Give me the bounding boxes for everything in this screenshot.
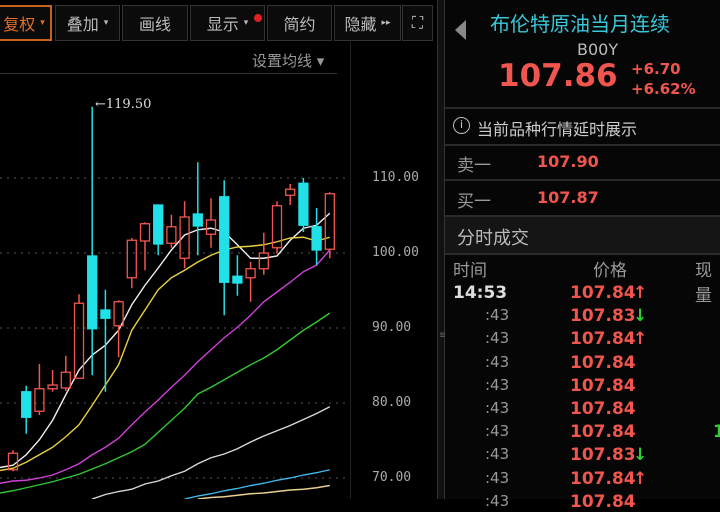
candle-up xyxy=(245,268,256,279)
ma-settings-dropdown[interactable]: 设置均线 ▾ xyxy=(252,50,324,71)
max-price-annotation: ←119.50 xyxy=(95,97,152,112)
candle-up xyxy=(324,193,335,250)
chevron-down-icon: ▾ xyxy=(40,18,45,28)
candle-down xyxy=(21,391,32,418)
overlay-dropdown[interactable]: 叠加 ▾ xyxy=(55,5,120,41)
arrow-down-icon: ↓ xyxy=(633,445,648,466)
trade-price: 107.84 xyxy=(570,375,636,396)
trade-time: :43 xyxy=(485,306,510,325)
candle-down xyxy=(192,213,203,227)
instrument-code: B00Y xyxy=(577,40,619,59)
trade-price: 107.83 xyxy=(570,306,636,327)
arrow-up-icon: ↑ xyxy=(633,329,648,350)
divider xyxy=(445,179,720,181)
y-tick-label: 90.00 xyxy=(372,320,412,335)
candle-down xyxy=(232,275,243,284)
panel-resize-handle[interactable]: ≡ xyxy=(437,0,447,499)
y-tick-label: 100.00 xyxy=(372,245,419,260)
candle-up xyxy=(60,371,71,389)
trade-price: 107.84 xyxy=(570,422,636,443)
label: 复权 xyxy=(3,15,36,34)
trade-time: :43 xyxy=(485,422,510,441)
candle-up xyxy=(34,388,45,412)
candle-up xyxy=(139,223,151,242)
candle-down xyxy=(298,182,309,226)
last-price: 107.86 xyxy=(498,58,618,94)
trade-time: :43 xyxy=(485,445,510,464)
bid-label: 买一 xyxy=(457,192,491,212)
trade-time: :43 xyxy=(485,352,510,371)
y-tick-label: 80.00 xyxy=(372,395,412,410)
trade-price: 107.84 xyxy=(570,329,636,350)
trade-volume: 1 xyxy=(713,422,720,443)
trade-time: :43 xyxy=(485,491,510,510)
arrow-down-icon: ↓ xyxy=(633,306,648,327)
candle-up xyxy=(126,239,137,279)
restore-rights-dropdown[interactable]: 复权 ▾ xyxy=(0,5,52,41)
trades-title: 分时成交 xyxy=(457,228,529,249)
candle-down xyxy=(153,204,164,245)
price-change: +6.70 xyxy=(631,60,681,78)
label: 隐藏 xyxy=(344,15,377,34)
divider xyxy=(350,42,351,499)
info-icon: i xyxy=(453,117,470,134)
candle-up xyxy=(205,219,217,235)
y-tick-label: 110.00 xyxy=(372,170,419,185)
divider xyxy=(445,253,720,255)
candle-down xyxy=(219,196,230,283)
candle-down xyxy=(100,309,111,319)
label: 显示 xyxy=(206,15,239,34)
column-header-volume: 现量 xyxy=(695,261,712,306)
ask-price: 107.90 xyxy=(537,152,599,171)
trade-price: 107.84 xyxy=(570,283,636,303)
display-dropdown[interactable]: 显示 ▾ xyxy=(190,5,265,41)
arrow-up-icon: ↑ xyxy=(633,283,648,303)
label: 叠加 xyxy=(66,15,99,34)
column-header-time: 时间 xyxy=(453,261,487,281)
column-header-price: 价格 xyxy=(593,261,627,281)
trade-time: :43 xyxy=(485,399,510,417)
instrument-title: 布伦特原油当月连续 xyxy=(490,12,670,36)
simple-mode-button[interactable]: 简约 xyxy=(267,5,332,41)
back-arrow-icon[interactable] xyxy=(455,20,466,40)
candle-up xyxy=(113,301,124,327)
ma-line-ma10 xyxy=(0,236,330,472)
hide-button[interactable]: 隐藏 ▸▸ xyxy=(334,5,401,41)
ma-line-ma120 xyxy=(184,469,330,499)
chevron-down-icon: ▾ xyxy=(103,18,109,28)
fullscreen-icon: ⛶ xyxy=(411,13,424,32)
quote-panel: 布伦特原油当月连续 B00Y 107.86 +6.70 +6.62% i 当前品… xyxy=(445,0,720,512)
trade-price: 107.84 xyxy=(570,399,636,419)
candle-up xyxy=(166,226,177,244)
divider xyxy=(445,144,720,146)
double-chevron-right-icon: ▸▸ xyxy=(381,18,391,28)
ask-label: 卖一 xyxy=(457,156,491,176)
candle-up xyxy=(258,252,269,270)
y-tick-label: 70.00 xyxy=(372,470,412,485)
arrow-up-icon: ↑ xyxy=(633,468,648,489)
divider xyxy=(445,107,720,109)
trade-time: :43 xyxy=(485,375,510,394)
trade-price: 107.83 xyxy=(570,445,636,466)
trade-price: 107.84 xyxy=(570,491,636,512)
chevron-down-icon: ▾ xyxy=(243,18,249,28)
label: 画线 xyxy=(138,15,171,34)
divider xyxy=(0,73,337,74)
fullscreen-button[interactable]: ⛶ xyxy=(402,5,433,41)
trade-time: :43 xyxy=(485,329,510,348)
bid-price: 107.87 xyxy=(537,188,599,207)
label: 简约 xyxy=(283,15,316,34)
trade-price: 107.84 xyxy=(570,352,636,373)
notification-dot xyxy=(254,14,262,22)
trade-price: 107.84 xyxy=(570,468,636,489)
candle-down xyxy=(87,255,98,330)
candle-up xyxy=(285,188,296,196)
trade-time: 14:53 xyxy=(453,283,508,303)
candle-down xyxy=(311,226,322,251)
delay-notice: 当前品种行情延时展示 xyxy=(477,120,638,139)
trade-time: :43 xyxy=(485,468,510,487)
candle-up xyxy=(47,384,58,390)
price-change-percent: +6.62% xyxy=(631,80,696,98)
draw-line-button[interactable]: 画线 xyxy=(122,5,188,41)
